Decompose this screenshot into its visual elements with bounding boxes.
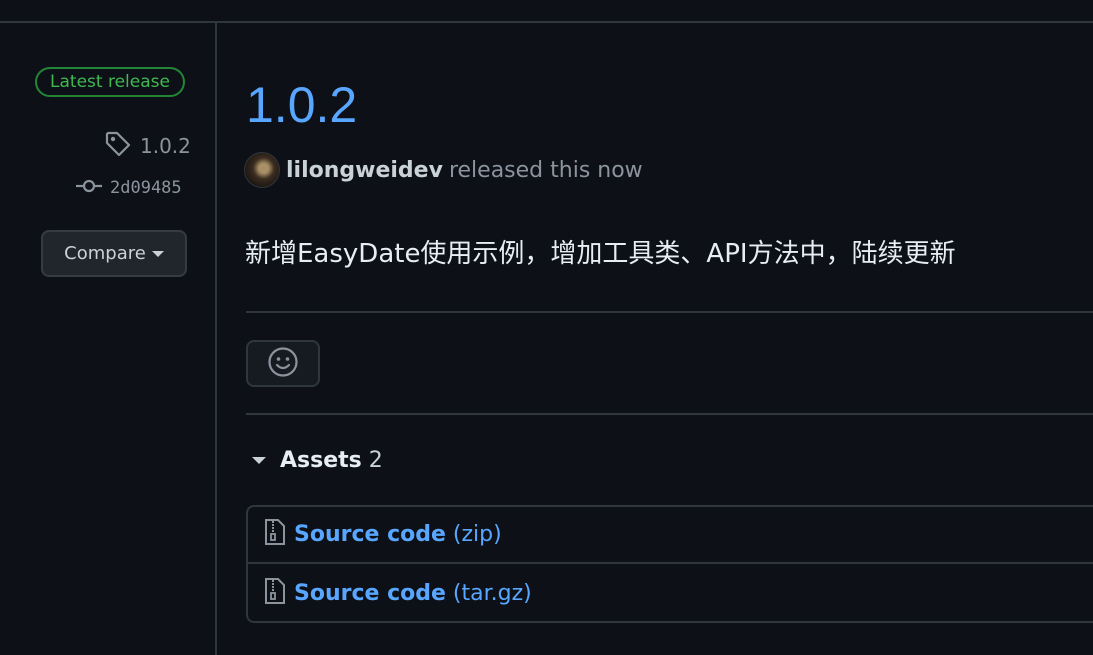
asset-zip-link[interactable]: Source code (zip): [248, 507, 1093, 564]
add-reaction-button[interactable]: [246, 340, 320, 387]
asset-ext: (zip): [452, 522, 502, 547]
asset-name: Source code: [294, 522, 446, 547]
assets-toggle[interactable]: Assets 2: [252, 448, 383, 473]
release-notes: 新增EasyDate使用示例，增加工具类、API方法中，陆续更新: [245, 239, 956, 269]
release-meta: lilongweidev released this now: [244, 152, 643, 188]
author-link[interactable]: lilongweidev: [286, 158, 443, 183]
top-divider: [0, 21, 1093, 23]
notes-divider: [246, 311, 1093, 313]
release-action-text: released this now: [448, 157, 643, 183]
chevron-down-icon: [151, 250, 164, 257]
git-commit-icon: [76, 176, 102, 200]
latest-release-badge: Latest release: [35, 67, 185, 97]
asset-name: Source code: [294, 581, 446, 606]
assets-label: Assets: [280, 448, 362, 473]
file-zip-icon: [264, 577, 286, 611]
file-zip-icon: [264, 518, 286, 552]
asset-targz-link[interactable]: Source code (tar.gz): [248, 565, 1093, 622]
commit-hash: 2d09485: [110, 178, 182, 198]
reactions-divider: [246, 413, 1093, 415]
compare-label: Compare: [64, 243, 146, 264]
tag-icon: [104, 130, 132, 162]
compare-button[interactable]: Compare: [41, 230, 187, 277]
triangle-down-icon: [252, 457, 266, 464]
assets-list: Source code (zip) Source code (tar.gz): [246, 505, 1093, 623]
asset-ext: (tar.gz): [452, 581, 532, 606]
tag-label: 1.0.2: [140, 134, 191, 158]
tag-link[interactable]: 1.0.2: [104, 130, 191, 162]
smiley-icon: [267, 346, 299, 382]
sidebar-divider: [215, 23, 217, 655]
commit-link[interactable]: 2d09485: [76, 176, 182, 200]
release-title[interactable]: 1.0.2: [246, 74, 357, 136]
assets-count: 2: [368, 448, 383, 473]
avatar[interactable]: [244, 152, 280, 188]
